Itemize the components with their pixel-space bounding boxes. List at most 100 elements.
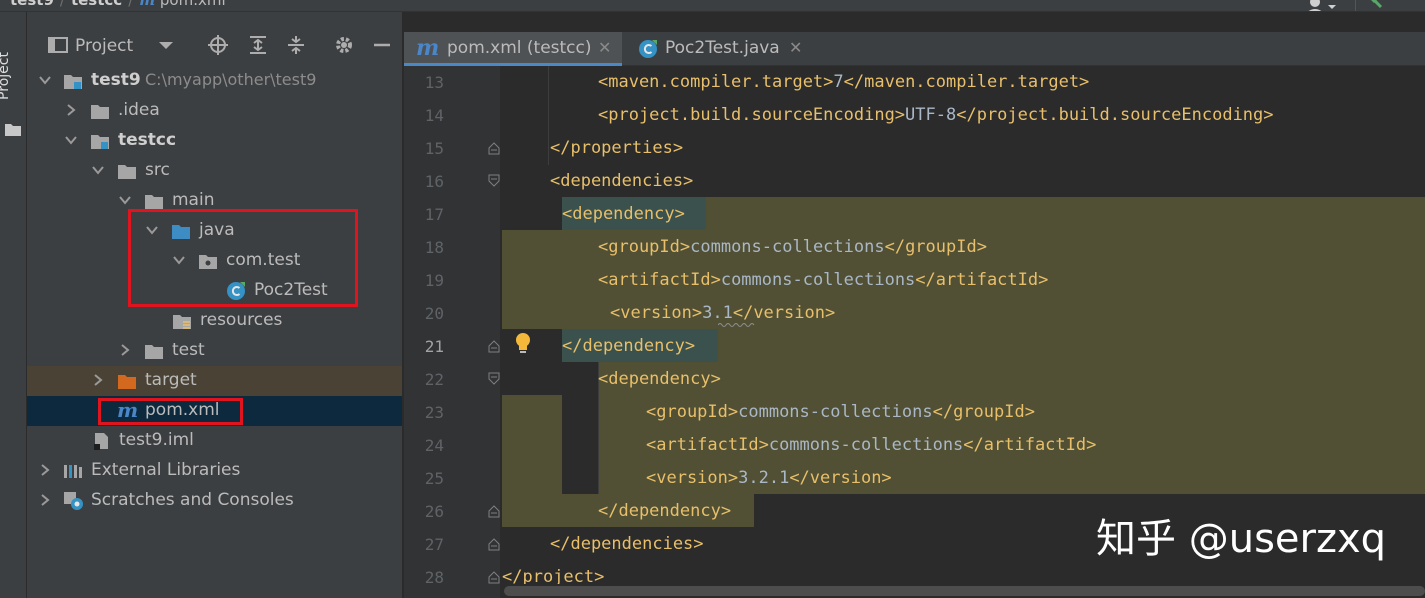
code-text: <groupId>commons-collections</groupId> xyxy=(598,237,987,257)
breadcrumb-module[interactable]: testcc xyxy=(71,0,122,9)
breadcrumb: test9/testcc / m pom.xml xyxy=(10,0,226,9)
fold-end-icon[interactable] xyxy=(488,570,500,584)
tree-item-label: test9 xyxy=(91,70,141,90)
folder-icon xyxy=(91,105,109,119)
folder-icon xyxy=(118,165,136,179)
annotation-box-pom xyxy=(98,398,243,425)
code-line[interactable]: 23 <groupId>commons-collections</groupId… xyxy=(404,396,1425,429)
line-number: 20 xyxy=(424,304,444,323)
fold-start-icon[interactable] xyxy=(488,174,500,188)
tree-item-path: C:\myapp\other\test9 xyxy=(145,70,317,89)
code-text: </properties> xyxy=(550,138,684,158)
tab-label: pom.xml (testcc) xyxy=(447,38,592,58)
fold-end-icon[interactable] xyxy=(488,504,500,518)
chevron-down-icon[interactable] xyxy=(65,134,77,146)
build-hammer-icon[interactable] xyxy=(1364,0,1383,9)
close-icon[interactable]: ✕ xyxy=(789,38,802,57)
project-panel: Project test9 C:\myapp\other\test9 .idea… xyxy=(27,12,403,598)
chevron-right-icon[interactable] xyxy=(92,374,104,386)
tree-item-src[interactable]: src xyxy=(27,156,402,186)
lightbulb-icon[interactable] xyxy=(514,331,532,355)
code-text: <dependency> xyxy=(562,204,685,224)
view-dropdown-icon[interactable] xyxy=(155,34,177,56)
tree-item-external-libraries[interactable]: External Libraries xyxy=(27,456,402,486)
code-line[interactable]: 24 <artifactId>commons-collections</arti… xyxy=(404,429,1425,462)
fold-start-icon[interactable] xyxy=(488,372,500,386)
breadcrumb-file[interactable]: pom.xml xyxy=(160,0,226,9)
close-icon[interactable]: ✕ xyxy=(598,38,611,57)
tab-poc2test-java[interactable]: Poc2Test.java ✕ xyxy=(625,32,811,66)
collapse-all-icon[interactable] xyxy=(285,34,307,56)
module-folder-icon xyxy=(64,75,82,89)
chevron-right-icon[interactable] xyxy=(65,104,77,116)
horizontal-scrollbar[interactable] xyxy=(504,584,1425,598)
scrollbar-thumb[interactable] xyxy=(504,586,1425,596)
line-number: 21 xyxy=(424,337,444,356)
code-text: </dependency> xyxy=(562,336,696,356)
iml-file-icon xyxy=(94,433,108,450)
code-line[interactable]: 20 <version>3.1</version> xyxy=(404,297,1425,330)
line-number: 17 xyxy=(424,205,444,224)
breadcrumb-root[interactable]: test9 xyxy=(10,0,54,9)
code-line[interactable]: 14 <project.build.sourceEncoding>UTF-8</… xyxy=(404,99,1425,132)
locate-file-icon[interactable] xyxy=(207,34,229,56)
code-line[interactable]: 15 </properties> xyxy=(404,132,1425,165)
settings-gear-icon[interactable] xyxy=(333,34,355,56)
tree-item-target[interactable]: target xyxy=(27,366,402,396)
chevron-down-icon[interactable] xyxy=(119,194,131,206)
project-panel-title[interactable]: Project xyxy=(75,36,133,56)
tree-item-testcc[interactable]: testcc xyxy=(27,126,402,156)
project-tool-tab[interactable]: Project xyxy=(0,34,27,136)
code-text: <version>3.2.1</version> xyxy=(646,468,892,488)
line-number: 15 xyxy=(424,139,444,158)
tree-item-label: .idea xyxy=(118,100,160,120)
editor-tabs: m pom.xml (testcc) ✕ Poc2Test.java ✕ xyxy=(404,32,1425,66)
project-view-icon xyxy=(48,37,68,53)
navigation-bar: test9/testcc / m pom.xml xyxy=(0,0,1425,12)
code-line[interactable]: 13 <maven.compiler.target>7</maven.compi… xyxy=(404,66,1425,99)
tree-item-label: resources xyxy=(200,310,283,330)
toolbar-right xyxy=(1295,0,1425,12)
chevron-down-icon[interactable] xyxy=(39,74,51,86)
line-number: 22 xyxy=(424,370,444,389)
tab-pom-xml[interactable]: m pom.xml (testcc) ✕ xyxy=(404,32,622,66)
tree-item-resources[interactable]: resources xyxy=(27,306,402,336)
code-line[interactable]: 16 <dependencies> xyxy=(404,165,1425,198)
chevron-right-icon[interactable] xyxy=(119,344,131,356)
code-line[interactable]: 18 <groupId>commons-collections</groupId… xyxy=(404,231,1425,264)
fold-end-icon[interactable] xyxy=(488,141,500,155)
code-line[interactable]: 22 <dependency> xyxy=(404,363,1425,396)
line-number: 27 xyxy=(424,535,444,554)
line-number: 26 xyxy=(424,502,444,521)
annotation-box-java xyxy=(128,209,358,307)
tree-item-label: target xyxy=(145,370,197,390)
tree-item-label: Scratches and Consoles xyxy=(91,490,294,510)
chevron-right-icon[interactable] xyxy=(39,464,51,476)
tree-item-label: src xyxy=(145,160,170,180)
tree-item-scratches[interactable]: Scratches and Consoles xyxy=(27,486,402,516)
chevron-down-icon[interactable] xyxy=(92,164,104,176)
user-icon[interactable] xyxy=(1305,0,1336,12)
code-line[interactable]: 19 <artifactId>commons-collections</arti… xyxy=(404,264,1425,297)
folder-icon xyxy=(145,195,163,209)
maven-file-icon: m xyxy=(416,35,440,61)
chevron-right-icon[interactable] xyxy=(39,494,51,506)
line-number: 16 xyxy=(424,172,444,191)
tree-item-label: test9.iml xyxy=(119,430,194,450)
maven-file-icon: m xyxy=(139,0,156,9)
code-line-current[interactable]: 21 </dependency> xyxy=(404,330,1425,363)
tree-item-idea[interactable]: .idea xyxy=(27,96,402,126)
tree-item-test9[interactable]: test9 C:\myapp\other\test9 xyxy=(27,66,402,96)
code-text: <artifactId>commons-collections</artifac… xyxy=(646,435,1097,455)
expand-all-icon[interactable] xyxy=(247,34,269,56)
code-line[interactable]: 25 <version>3.2.1</version> xyxy=(404,462,1425,495)
hide-panel-icon[interactable] xyxy=(371,34,393,56)
code-line[interactable]: 17 <dependency> xyxy=(404,198,1425,231)
code-text: </dependency> xyxy=(598,501,732,521)
tree-item-test[interactable]: test xyxy=(27,336,402,366)
tree-item-test9-iml[interactable]: test9.iml xyxy=(27,426,402,456)
line-number: 24 xyxy=(424,436,444,455)
fold-end-icon[interactable] xyxy=(488,339,500,353)
fold-end-icon[interactable] xyxy=(488,537,500,551)
line-number: 13 xyxy=(424,73,444,92)
